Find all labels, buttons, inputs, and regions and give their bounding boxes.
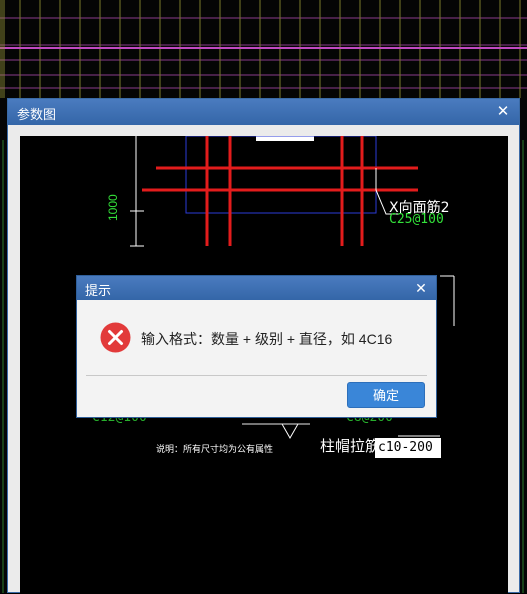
drawing-note: 说明：所有尺寸均为公有属性 (156, 444, 274, 454)
ok-button[interactable]: 确定 (347, 382, 425, 408)
close-icon[interactable]: ✕ (412, 278, 430, 298)
x-face-rebar-value[interactable]: C25@100 (389, 212, 444, 227)
dialog-divider (86, 375, 427, 376)
close-icon[interactable]: ✕ (493, 102, 513, 122)
dimension-1000-label: 1000 (106, 194, 120, 221)
column-cap-tie-label: 柱帽拉筋 (320, 438, 381, 455)
column-cap-tie-input[interactable] (375, 438, 441, 458)
hint-dialog: 提示 ✕ 输入格式：数量 + 级别 + 直径，如 4C16 确定 (76, 275, 437, 418)
parameter-window-title: 参数图 (17, 107, 57, 122)
hint-dialog-titlebar[interactable]: 提示 ✕ (77, 276, 436, 300)
hint-dialog-title: 提示 (85, 283, 112, 298)
error-icon (100, 322, 131, 353)
parameter-window-titlebar[interactable]: 参数图 ✕ (8, 99, 519, 125)
hint-dialog-message: 输入格式：数量 + 级别 + 直径，如 4C16 (141, 331, 393, 347)
